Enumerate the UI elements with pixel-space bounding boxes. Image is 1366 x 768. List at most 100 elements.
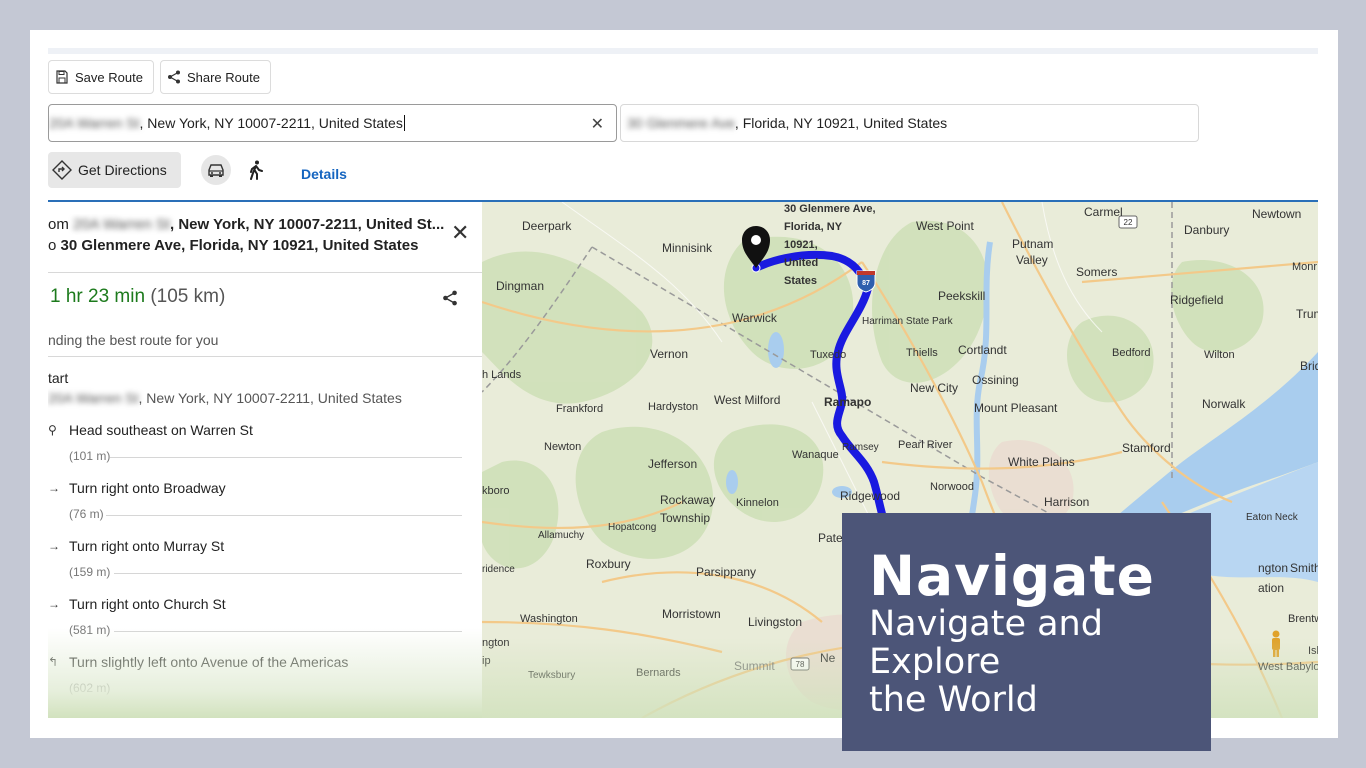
get-directions-label: Get Directions	[78, 162, 167, 178]
step-instruction: Head southeast on Warren St	[69, 422, 253, 438]
header-divider	[48, 272, 482, 273]
step-instruction: Turn right onto Murray St	[69, 538, 225, 554]
panel-bottom-fade	[48, 628, 482, 718]
svg-text:Monr: Monr	[1292, 261, 1317, 273]
start-label: tart	[48, 370, 69, 386]
svg-text:Florida, NY: Florida, NY	[784, 221, 843, 233]
close-panel-icon[interactable]: ✕	[451, 222, 469, 244]
step-instruction: Turn right onto Broadway	[69, 480, 226, 496]
start-street-blurred: 20A Warren St	[48, 390, 139, 406]
promo-subtitle: Navigate and Explore the World	[869, 604, 1103, 720]
origin-street-blurred: 20A Warren St	[49, 115, 140, 131]
car-icon	[208, 164, 224, 177]
svg-text:Bridg: Bridg	[1300, 359, 1318, 373]
details-link[interactable]: Details	[301, 166, 347, 182]
walking-mode-button[interactable]	[241, 155, 271, 185]
share-route-button[interactable]: Share Route	[159, 60, 271, 94]
svg-text:Livingston: Livingston	[748, 615, 802, 629]
svg-text:Putnam: Putnam	[1012, 237, 1053, 251]
svg-text:Peekskill: Peekskill	[938, 289, 985, 303]
svg-text:Bedford: Bedford	[1112, 347, 1151, 359]
save-icon	[56, 70, 68, 84]
svg-text:Harriman State Park: Harriman State Park	[862, 316, 954, 327]
svg-text:Ossining: Ossining	[972, 373, 1019, 387]
directions-panel: om 20A Warren St, New York, NY 10007-221…	[48, 202, 482, 718]
title-strip	[48, 48, 1318, 54]
save-route-button[interactable]: Save Route	[48, 60, 154, 94]
route-header: om 20A Warren St, New York, NY 10007-221…	[48, 214, 448, 256]
svg-text:Rockaway: Rockaway	[660, 493, 715, 507]
to-prefix: o	[48, 237, 61, 254]
svg-text:ngton: ngton	[1258, 561, 1288, 575]
svg-text:Newtown: Newtown	[1252, 207, 1301, 221]
text-caret	[403, 115, 405, 131]
svg-text:Deerpark: Deerpark	[522, 219, 572, 233]
step-instruction: Turn right onto Church St	[69, 596, 226, 612]
route-subtitle: nding the best route for you	[48, 332, 219, 348]
svg-text:Roxbury: Roxbury	[586, 557, 631, 571]
svg-text:22: 22	[1124, 218, 1133, 227]
svg-text:Pearl River: Pearl River	[898, 439, 953, 451]
svg-text:Ramsey: Ramsey	[842, 442, 879, 453]
svg-text:Newton: Newton	[544, 441, 581, 453]
svg-text:States: States	[784, 275, 817, 287]
svg-text:Wilton: Wilton	[1204, 349, 1235, 361]
svg-text:Tuxedo: Tuxedo	[810, 349, 846, 361]
svg-text:Smithto: Smithto	[1290, 561, 1318, 575]
from-prefix: om	[48, 216, 74, 233]
step-divider	[114, 573, 462, 574]
svg-text:Hardyston: Hardyston	[648, 401, 698, 413]
promo-title: Navigate	[869, 544, 1155, 608]
origin-input[interactable]: 20A Warren St, New York, NY 10007-2211, …	[48, 104, 617, 142]
step-divider	[106, 515, 462, 516]
route-toolbar: Save Route Share Route	[48, 60, 271, 94]
svg-text:Wanaque: Wanaque	[792, 449, 839, 461]
svg-text:Warwick: Warwick	[732, 311, 778, 325]
svg-text:kboro: kboro	[482, 485, 510, 497]
svg-text:h Lands: h Lands	[482, 369, 522, 381]
destination-input[interactable]: 30 Glenmere Ave, Florida, NY 10921, Unit…	[620, 104, 1199, 142]
route-from-line: om 20A Warren St, New York, NY 10007-221…	[48, 214, 448, 235]
start-address: 20A Warren St, New York, NY 10007-2211, …	[48, 390, 402, 406]
svg-text:87: 87	[862, 280, 870, 287]
svg-text:Thiells: Thiells	[906, 347, 938, 359]
turn-right-icon: →	[48, 481, 60, 495]
start-address-text: , New York, NY 10007-2211, United States	[138, 390, 402, 406]
turn-right-icon: →	[48, 597, 60, 611]
svg-text:New City: New City	[910, 381, 958, 395]
svg-text:ation: ation	[1258, 581, 1284, 595]
svg-text:Jefferson: Jefferson	[648, 457, 697, 471]
directions-icon	[52, 160, 72, 180]
from-street-blurred: 20A Warren St	[73, 216, 171, 233]
share-route-label: Share Route	[186, 69, 260, 85]
get-directions-button[interactable]: Get Directions	[48, 152, 181, 188]
svg-text:Norwood: Norwood	[930, 481, 974, 493]
to-text: 30 Glenmere Ave, Florida, NY 10921, Unit…	[60, 237, 419, 254]
svg-text:Carmel: Carmel	[1084, 205, 1123, 219]
svg-text:United: United	[784, 257, 818, 269]
svg-text:Vernon: Vernon	[650, 347, 688, 361]
svg-text:Cortlandt: Cortlandt	[958, 343, 1007, 357]
svg-text:Danbury: Danbury	[1184, 223, 1229, 237]
pin-icon: ⚲	[48, 423, 57, 437]
from-text: , New York, NY 10007-2211, United St...	[170, 216, 445, 233]
svg-text:Stamford: Stamford	[1122, 441, 1171, 455]
svg-text:Pate: Pate	[818, 531, 843, 545]
clear-origin-icon[interactable]: ✕	[591, 114, 604, 134]
svg-text:Frankford: Frankford	[556, 403, 603, 415]
svg-text:West Point: West Point	[916, 219, 974, 233]
svg-text:Trumb: Trumb	[1296, 307, 1318, 321]
destination-street-blurred: 30 Glenmere Ave	[627, 115, 735, 131]
route-distance: (105 km)	[150, 286, 226, 307]
driving-mode-button[interactable]	[201, 155, 231, 185]
svg-text:Kinnelon: Kinnelon	[736, 497, 779, 509]
svg-text:Minnisink: Minnisink	[662, 241, 713, 255]
svg-text:30 Glenmere Ave,: 30 Glenmere Ave,	[784, 203, 876, 215]
svg-text:Hopatcong: Hopatcong	[608, 522, 656, 533]
share-directions-icon[interactable]	[442, 290, 458, 306]
route-to-line: o 30 Glenmere Ave, Florida, NY 10921, Un…	[48, 235, 448, 256]
svg-text:Allamuchy: Allamuchy	[538, 530, 584, 541]
svg-text:Township: Township	[660, 511, 710, 525]
svg-text:Dingman: Dingman	[496, 279, 544, 293]
step-divider	[114, 631, 462, 632]
